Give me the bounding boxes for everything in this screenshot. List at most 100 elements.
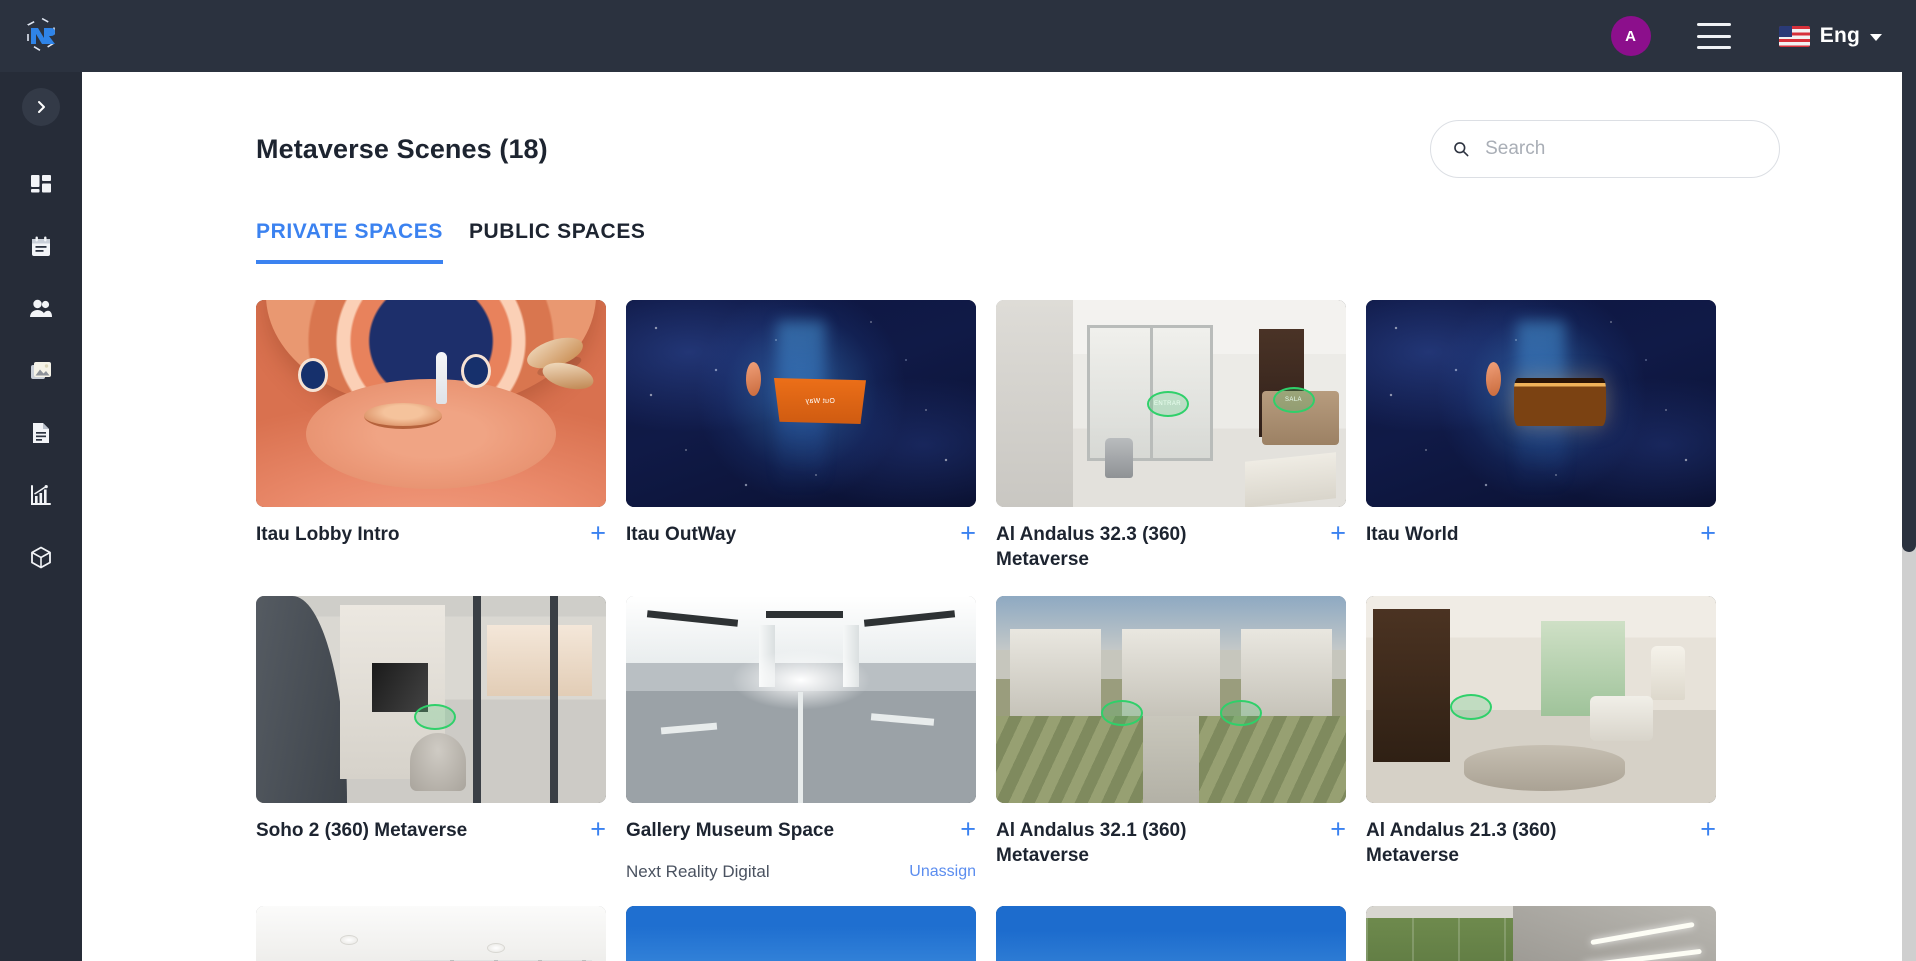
scene-card-footer: Gallery Museum Space + bbox=[626, 803, 976, 844]
add-scene-button[interactable]: + bbox=[1330, 520, 1346, 547]
add-scene-button[interactable]: + bbox=[590, 816, 606, 843]
scene-card: DURACELL bbox=[626, 906, 976, 961]
add-scene-button[interactable]: + bbox=[1330, 816, 1346, 843]
scene-thumbnail[interactable] bbox=[996, 906, 1346, 961]
sidebar-item-3d-scenes[interactable] bbox=[0, 526, 82, 588]
scene-hotspot bbox=[1220, 699, 1262, 726]
sidebar-item-documents[interactable] bbox=[0, 402, 82, 464]
scene-thumbnail[interactable] bbox=[256, 596, 606, 804]
scene-preview-gallery-hall bbox=[626, 596, 976, 804]
scene-preview-courtyard bbox=[996, 596, 1346, 804]
scene-thumbnail[interactable] bbox=[256, 300, 606, 507]
tab-bar: PRIVATE SPACES PUBLIC SPACES bbox=[82, 178, 1916, 264]
tab-private-spaces[interactable]: PRIVATE SPACES bbox=[256, 220, 443, 264]
scene-card-footer: Itau Lobby Intro + bbox=[256, 507, 606, 548]
scene-grid: Itau Lobby Intro + Out Way Itau OutWay + bbox=[82, 264, 1916, 961]
search-box[interactable] bbox=[1430, 120, 1780, 178]
scene-thumbnail[interactable]: ENTRAR SALA bbox=[996, 300, 1346, 507]
hamburger-line bbox=[1696, 23, 1731, 26]
scene-card-footer: Al Andalus 32.1 (360) Metaverse + bbox=[996, 803, 1346, 868]
scene-thumbnail[interactable]: TEAM WORK makes the DREAM WORK work coll… bbox=[1366, 906, 1716, 961]
add-scene-button[interactable]: + bbox=[960, 816, 976, 843]
scene-card-footer: Itau OutWay + bbox=[626, 507, 976, 548]
scene-card-meta: Next Reality Digital Unassign bbox=[626, 844, 976, 882]
top-bar: A Eng bbox=[0, 0, 1916, 72]
scene-thumbnail[interactable] bbox=[256, 906, 606, 961]
scene-card bbox=[256, 906, 606, 961]
scene-card: Gallery Museum Space + Next Reality Digi… bbox=[626, 596, 976, 882]
scene-card: Al Andalus 21.3 (360) Metaverse + bbox=[1366, 596, 1716, 882]
document-icon bbox=[33, 423, 49, 443]
scene-title: Soho 2 (360) Metaverse bbox=[256, 820, 468, 842]
search-input[interactable] bbox=[1485, 138, 1757, 160]
scene-card-footer: Itau World + bbox=[1366, 507, 1716, 548]
scene-card bbox=[996, 906, 1346, 961]
scene-thumbnail[interactable] bbox=[1366, 300, 1716, 507]
sidebar-expand-toggle[interactable] bbox=[22, 88, 60, 126]
analytics-chart-icon bbox=[31, 485, 51, 505]
scene-card: Out Way Itau OutWay + bbox=[626, 300, 976, 572]
dashboard-grid-icon bbox=[31, 175, 51, 193]
page-title: Metaverse Scenes (18) bbox=[256, 134, 548, 164]
scene-thumbnail[interactable]: DURACELL bbox=[626, 906, 976, 961]
scene-hotspot: SALA bbox=[1272, 386, 1315, 413]
language-label: Eng bbox=[1819, 24, 1860, 47]
scene-thumbnail[interactable] bbox=[996, 596, 1346, 804]
scene-preview-space-podium bbox=[1366, 300, 1716, 507]
sidebar-item-calendar[interactable] bbox=[0, 216, 82, 278]
scene-card: Al Andalus 32.1 (360) Metaverse + bbox=[996, 596, 1346, 882]
scene-card: TEAM WORK makes the DREAM WORK work coll… bbox=[1366, 906, 1716, 961]
scene-preview-space-panel: Out Way bbox=[626, 300, 976, 507]
add-scene-button[interactable]: + bbox=[1700, 520, 1716, 547]
scene-preview-interior-living: ENTRAR SALA bbox=[996, 300, 1346, 507]
hamburger-menu-icon[interactable] bbox=[1696, 23, 1731, 49]
scene-preview-interior-hall bbox=[1366, 596, 1716, 804]
scene-preview-interior-lounge bbox=[256, 596, 606, 804]
hamburger-line bbox=[1696, 46, 1731, 49]
add-scene-button[interactable]: + bbox=[960, 520, 976, 547]
scrollbar-thumb[interactable] bbox=[1902, 72, 1916, 552]
tab-public-spaces[interactable]: PUBLIC SPACES bbox=[469, 220, 646, 264]
language-selector[interactable]: Eng bbox=[1778, 24, 1882, 48]
main-content: Metaverse Scenes (18) PRIVATE SPACES PUB… bbox=[82, 72, 1916, 961]
scene-owner: Next Reality Digital bbox=[626, 862, 770, 882]
topbar-actions: A Eng bbox=[1610, 0, 1916, 72]
scene-hotspot bbox=[1101, 699, 1143, 726]
scene-preview-orange-lobby bbox=[256, 300, 606, 507]
cube-3d-icon bbox=[31, 546, 51, 568]
scene-preview-interior-kitchen bbox=[256, 906, 606, 961]
sidebar-item-analytics[interactable] bbox=[0, 464, 82, 526]
scene-hotspot: ENTRAR bbox=[1146, 391, 1189, 418]
scene-hotspot bbox=[413, 704, 456, 730]
scene-preview-sky-canopy bbox=[996, 906, 1346, 961]
sidebar-item-media[interactable] bbox=[0, 340, 82, 402]
scene-preview-sky-sign: DURACELL bbox=[626, 906, 976, 961]
add-scene-button[interactable]: + bbox=[1700, 816, 1716, 843]
scene-title: Itau OutWay bbox=[626, 524, 737, 545]
scene-preview-office-window: TEAM WORK makes the DREAM WORK work coll… bbox=[1366, 906, 1716, 961]
scene-card: Soho 2 (360) Metaverse + bbox=[256, 596, 606, 882]
scene-panel-text: Out Way bbox=[805, 397, 835, 405]
chevron-right-icon bbox=[38, 101, 45, 113]
sidebar-item-users[interactable] bbox=[0, 278, 82, 340]
scene-title: Al Andalus 21.3 (360) Metaverse bbox=[1366, 820, 1557, 867]
scene-hotspot bbox=[1450, 693, 1492, 720]
app-logo[interactable] bbox=[0, 0, 82, 72]
users-icon bbox=[30, 299, 52, 317]
add-scene-button[interactable]: + bbox=[590, 520, 606, 547]
scene-card: ENTRAR SALA Al Andalus 32.3 (360) Metave… bbox=[996, 300, 1346, 572]
vertical-scrollbar[interactable] bbox=[1902, 72, 1916, 961]
scene-card-footer: Al Andalus 21.3 (360) Metaverse + bbox=[1366, 803, 1716, 868]
avatar[interactable]: A bbox=[1610, 16, 1651, 56]
search-icon bbox=[1454, 142, 1469, 157]
scene-card: Itau World + bbox=[1366, 300, 1716, 572]
sidebar bbox=[0, 72, 82, 961]
unassign-link[interactable]: Unassign bbox=[909, 863, 976, 881]
calendar-icon bbox=[32, 236, 50, 256]
hamburger-line bbox=[1696, 34, 1731, 38]
scene-thumbnail[interactable] bbox=[626, 596, 976, 804]
chevron-down-icon bbox=[1870, 34, 1882, 41]
scene-thumbnail[interactable]: Out Way bbox=[626, 300, 976, 507]
sidebar-item-dashboard[interactable] bbox=[0, 154, 82, 216]
scene-thumbnail[interactable] bbox=[1366, 596, 1716, 804]
